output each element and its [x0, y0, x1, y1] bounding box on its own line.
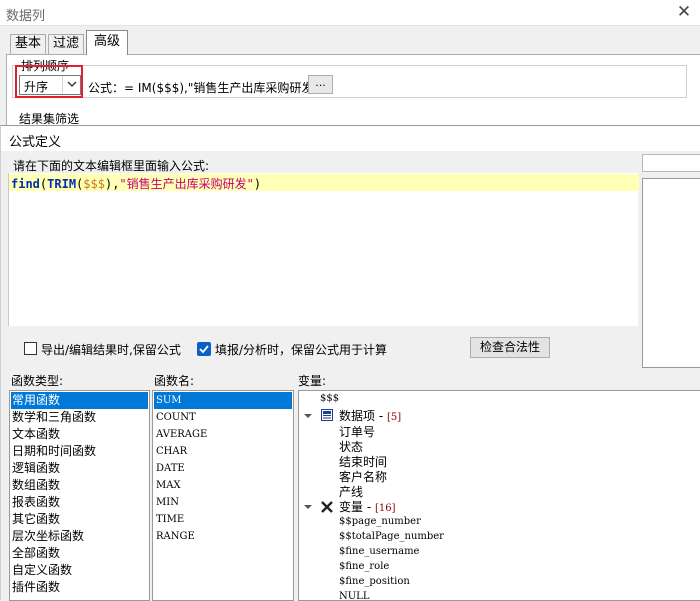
list-item[interactable]: 常用函数	[11, 392, 148, 409]
tree-group-count: [5]	[386, 412, 402, 423]
export-keep-formula-label: 导出/编辑结果时,保留公式	[41, 343, 181, 357]
variable-label: 变量:	[298, 374, 327, 388]
formula-definition-dialog: 公式定义 请在下面的文本编辑框里面输入公式: find(TRIM($$$),"销…	[0, 125, 700, 601]
tree-group-label: 数据项 -	[339, 409, 387, 423]
function-name-list[interactable]: SUM COUNT AVERAGE CHAR DATE MAX MIN TIME…	[152, 390, 294, 601]
list-item[interactable]: 日期和时间函数	[11, 443, 148, 460]
tab-filter[interactable]: 过滤	[48, 34, 84, 54]
formula-editor[interactable]: find(TRIM($$$),"销售生产出库采购研发")	[8, 173, 639, 326]
function-name-label: 函数名:	[154, 374, 195, 388]
list-item[interactable]: DATE	[154, 460, 292, 477]
check-validity-button[interactable]: 检查合法性	[470, 337, 550, 358]
tree-item[interactable]: $fine_username	[339, 546, 419, 557]
list-item[interactable]: 报表函数	[11, 494, 148, 511]
expand-arrow-icon[interactable]	[303, 411, 313, 421]
list-item[interactable]: RANGE	[154, 528, 292, 545]
window-title: 数据列	[6, 9, 46, 24]
tree-item-root[interactable]: $$$	[320, 393, 339, 404]
tree-group-label: 变量 -	[339, 500, 375, 514]
list-item[interactable]: 层次坐标函数	[11, 528, 148, 545]
tree-item[interactable]: $$totalPage_number	[339, 531, 444, 542]
list-item[interactable]: TIME	[154, 511, 292, 528]
list-item[interactable]: CHAR	[154, 443, 292, 460]
list-item[interactable]: 其它函数	[11, 511, 148, 528]
checkmark-icon	[199, 345, 209, 354]
list-item[interactable]: MAX	[154, 477, 292, 494]
tree-item-variable-group[interactable]: 变量 - [16]	[339, 498, 396, 515]
list-item[interactable]: COUNT	[154, 409, 292, 426]
close-icon[interactable]: ✕	[671, 1, 697, 25]
tab-basic[interactable]: 基本	[10, 34, 46, 54]
list-item[interactable]: AVERAGE	[154, 426, 292, 443]
function-type-list[interactable]: 常用函数 数学和三角函数 文本函数 日期和时间函数 逻辑函数 数组函数 报表函数…	[9, 390, 150, 601]
tree-item[interactable]: $fine_position	[339, 576, 410, 587]
fill-keep-formula-label: 填报/分析时，保留公式用于计算	[215, 343, 388, 357]
list-item[interactable]: 数学和三角函数	[11, 409, 148, 426]
export-keep-formula-checkbox[interactable]	[24, 342, 37, 355]
tree-group-count: [16]	[374, 503, 396, 514]
code-punct: ),	[104, 177, 120, 191]
dialog-title: 公式定义	[9, 135, 62, 150]
list-item[interactable]: 数组函数	[11, 477, 148, 494]
list-item[interactable]: MIN	[154, 494, 292, 511]
list-item[interactable]: 自定义函数	[11, 562, 148, 579]
highlight-box	[15, 65, 83, 98]
formula-code: find(TRIM($$$),"销售生产出库采购研发")	[11, 175, 261, 192]
list-item[interactable]: 插件函数	[11, 579, 148, 596]
list-item[interactable]: SUM	[154, 392, 292, 409]
dialog-titlebar: 公式定义	[1, 126, 700, 151]
tree-item-data-group[interactable]: 数据项 - [5]	[339, 407, 401, 424]
tree-item[interactable]: $$page_number	[339, 516, 421, 527]
list-item[interactable]: 全部函数	[11, 545, 148, 562]
data-column-titlebar: 数据列 ✕	[0, 0, 700, 26]
table-icon	[321, 409, 333, 421]
right-search-field[interactable]	[642, 154, 700, 172]
data-column-window: 数据列 ✕ 基本 过滤 高级 排列顺序 升序 公式：= IM($$$),"销售生…	[0, 0, 700, 130]
variable-tree[interactable]: $$$ 数据项 - [5] 订单号 状态 结束时间 客户名称 产线 变量 - […	[298, 390, 700, 601]
code-function: TRIM	[47, 177, 77, 191]
right-description-panel	[642, 178, 700, 368]
tab-advanced[interactable]: 高级	[86, 30, 128, 55]
code-function: find	[11, 177, 40, 191]
formula-edit-button[interactable]: ...	[308, 75, 333, 94]
function-type-label: 函数类型:	[11, 374, 64, 388]
formula-label: 公式：= IM($$$),"销售生产出库采购研发")	[88, 81, 324, 95]
code-variable: $$$	[83, 177, 105, 191]
tree-item[interactable]: $fine_role	[339, 561, 389, 572]
list-item[interactable]: 文本函数	[11, 426, 148, 443]
list-item[interactable]: 逻辑函数	[11, 460, 148, 477]
code-punct: )	[253, 177, 262, 191]
code-string: "销售生产出库采购研发"	[119, 177, 254, 191]
fill-keep-formula-checkbox[interactable]	[197, 342, 211, 356]
editor-hint: 请在下面的文本编辑框里面输入公式:	[13, 159, 210, 173]
expand-arrow-icon[interactable]	[303, 502, 313, 512]
variable-icon	[321, 501, 333, 513]
